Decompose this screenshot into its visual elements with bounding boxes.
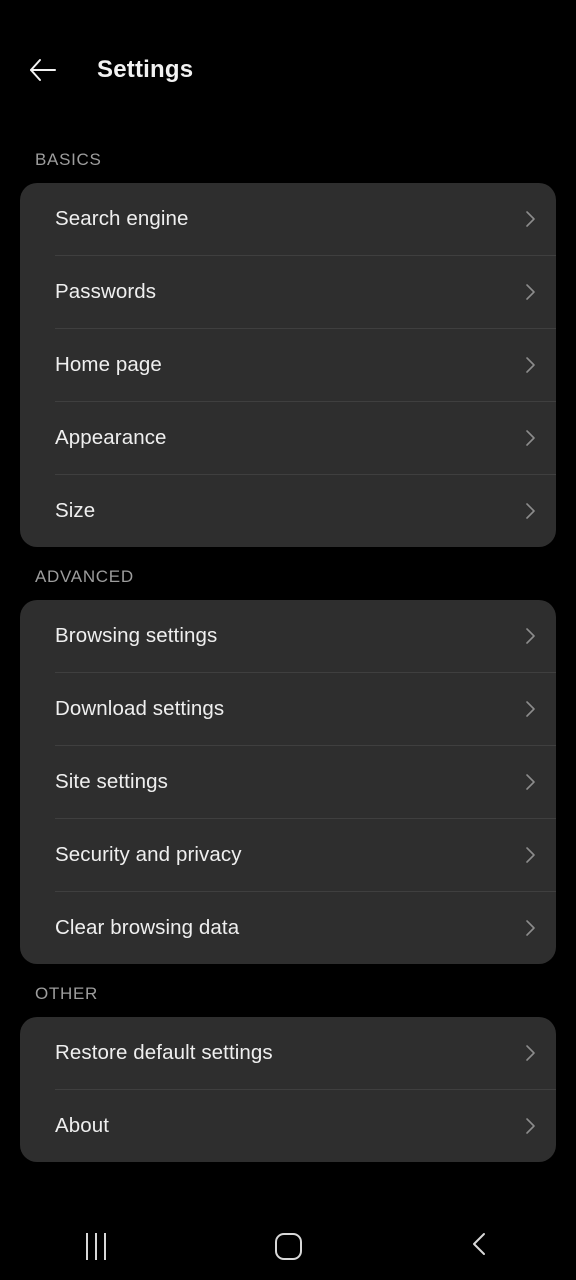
settings-row-search-engine[interactable]: Search engine xyxy=(20,183,556,255)
settings-group-advanced: Browsing settings Download settings Site… xyxy=(20,600,556,964)
back-icon xyxy=(467,1230,493,1263)
settings-row-size[interactable]: Size xyxy=(20,475,556,547)
settings-row-passwords[interactable]: Passwords xyxy=(20,256,556,328)
settings-row-restore-default-settings[interactable]: Restore default settings xyxy=(20,1017,556,1089)
back-button[interactable] xyxy=(11,38,75,102)
row-label: Appearance xyxy=(55,426,167,449)
chevron-right-icon xyxy=(519,1042,541,1064)
settings-row-appearance[interactable]: Appearance xyxy=(20,402,556,474)
row-label: Search engine xyxy=(55,207,189,230)
chevron-right-icon xyxy=(519,500,541,522)
settings-row-browsing-settings[interactable]: Browsing settings xyxy=(20,600,556,672)
chevron-right-icon xyxy=(519,771,541,793)
arrow-left-icon xyxy=(26,53,60,87)
row-label: Home page xyxy=(55,353,162,376)
settings-row-site-settings[interactable]: Site settings xyxy=(20,746,556,818)
settings-row-home-page[interactable]: Home page xyxy=(20,329,556,401)
chevron-right-icon xyxy=(519,281,541,303)
chevron-right-icon xyxy=(519,427,541,449)
section-header-other: OTHER xyxy=(35,984,98,1003)
settings-row-clear-browsing-data[interactable]: Clear browsing data xyxy=(20,892,556,964)
settings-row-security-and-privacy[interactable]: Security and privacy xyxy=(20,819,556,891)
recents-icon xyxy=(86,1233,106,1260)
home-icon xyxy=(274,1233,302,1260)
settings-screen: Settings BASICS Search engine Passwords … xyxy=(0,0,576,1280)
chevron-right-icon xyxy=(519,1115,541,1137)
chevron-right-icon xyxy=(519,208,541,230)
chevron-right-icon xyxy=(519,625,541,647)
nav-back-button[interactable] xyxy=(384,1213,576,1280)
row-label: Browsing settings xyxy=(55,624,218,647)
page-title: Settings xyxy=(97,56,194,83)
chevron-right-icon xyxy=(519,698,541,720)
settings-group-other: Restore default settings About xyxy=(20,1017,556,1162)
settings-list[interactable]: BASICS Search engine Passwords Home page xyxy=(0,140,576,1213)
row-label: Passwords xyxy=(55,280,157,303)
row-label: Site settings xyxy=(55,770,168,793)
chevron-right-icon xyxy=(519,844,541,866)
row-label: Size xyxy=(55,499,96,522)
section-header-advanced: ADVANCED xyxy=(35,567,134,586)
settings-row-download-settings[interactable]: Download settings xyxy=(20,673,556,745)
chevron-right-icon xyxy=(519,354,541,376)
row-label: About xyxy=(55,1114,110,1137)
settings-group-basics: Search engine Passwords Home page Appear… xyxy=(20,183,556,547)
nav-recents-button[interactable] xyxy=(0,1213,192,1280)
nav-home-button[interactable] xyxy=(192,1213,384,1280)
row-label: Clear browsing data xyxy=(55,916,240,939)
chevron-right-icon xyxy=(519,917,541,939)
settings-row-about[interactable]: About xyxy=(20,1090,556,1162)
system-navigation-bar xyxy=(0,1213,576,1280)
app-bar: Settings xyxy=(0,0,576,140)
row-label: Security and privacy xyxy=(55,843,242,866)
row-label: Restore default settings xyxy=(55,1041,273,1064)
section-header-basics: BASICS xyxy=(35,150,102,169)
row-label: Download settings xyxy=(55,697,225,720)
